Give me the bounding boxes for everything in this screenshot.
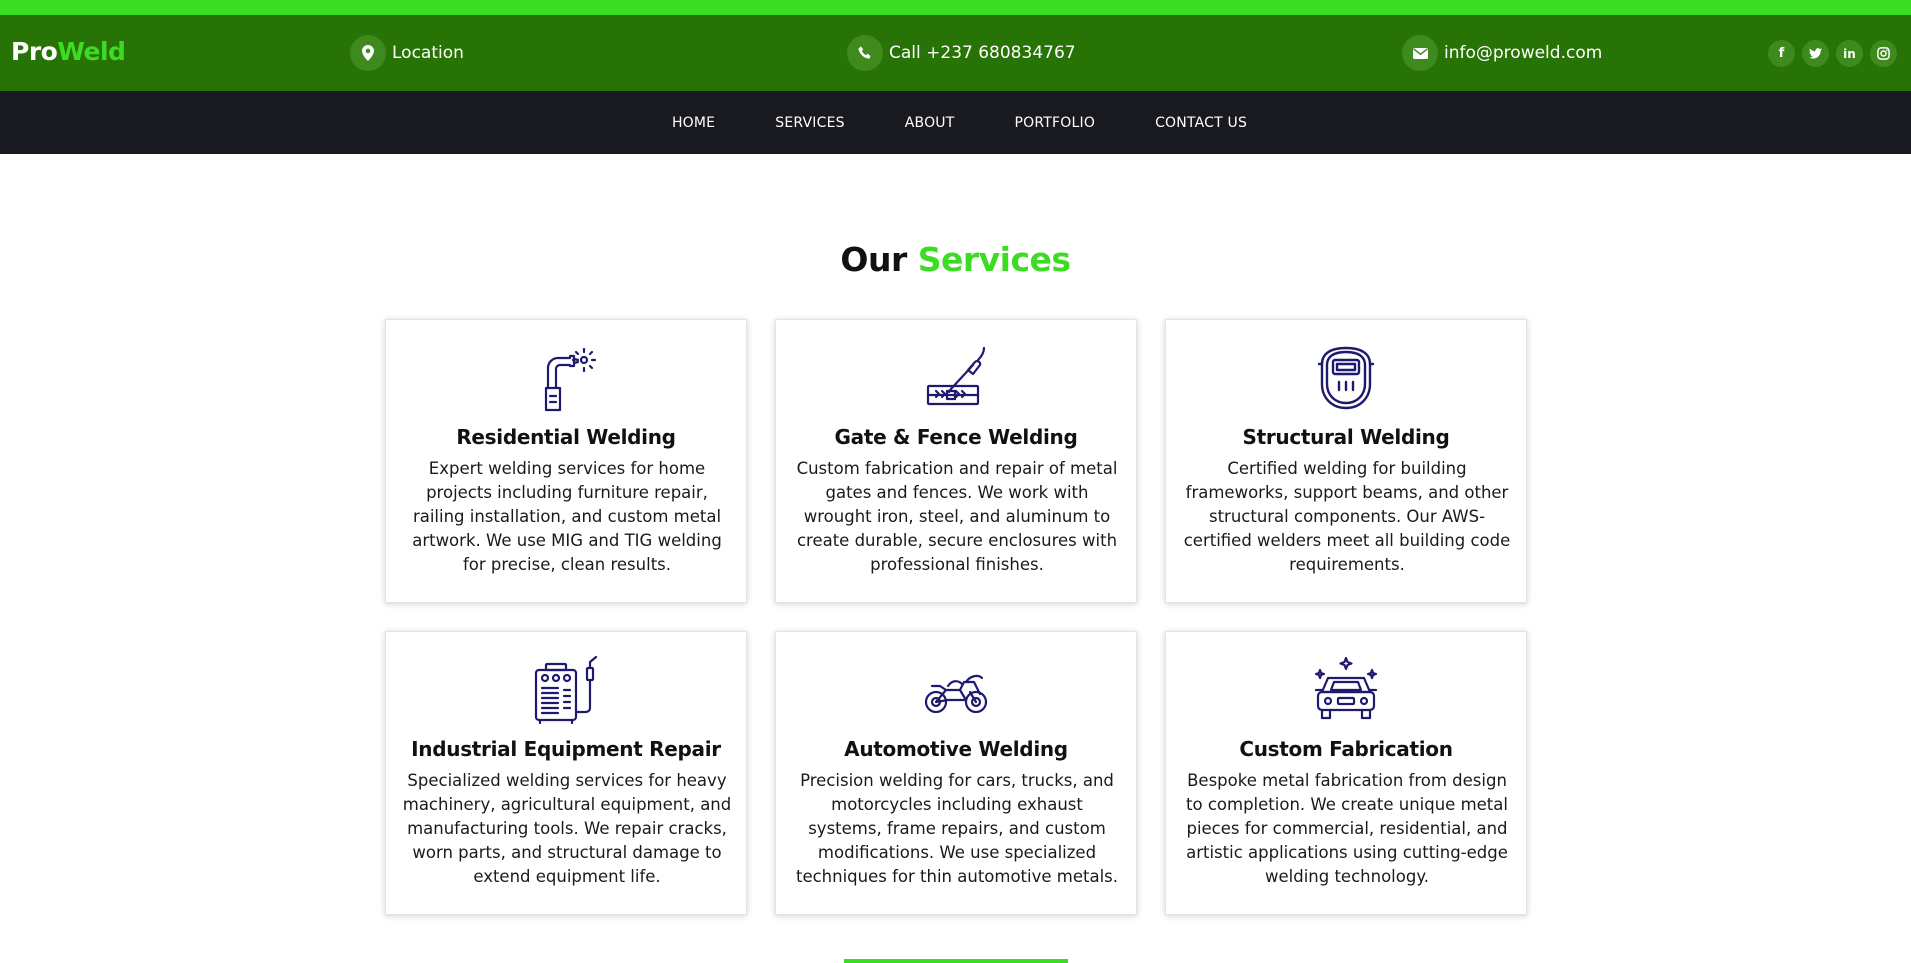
email-text: info@proweld.com xyxy=(1444,43,1603,63)
nav-menu: HOME SERVICES ABOUT PORTFOLIO CONTACT US xyxy=(0,91,1911,154)
service-card-description: Certified welding for building framework… xyxy=(1183,459,1511,574)
service-card-description: Precision welding for cars, trucks, and … xyxy=(795,771,1118,886)
service-card-description: Custom fabrication and repair of metal g… xyxy=(796,459,1118,574)
brand-logo[interactable]: ProWeld xyxy=(11,37,126,66)
service-card-residential-welding[interactable]: Residential Welding Expert welding servi… xyxy=(385,319,747,603)
service-card-gate-fence-welding[interactable]: Gate & Fence Welding Custom fabrication … xyxy=(775,319,1137,603)
service-card-description: Specialized welding services for heavy m… xyxy=(402,771,732,886)
social-links: f in xyxy=(1768,40,1897,67)
twitter-icon[interactable] xyxy=(1802,40,1829,67)
phone-icon xyxy=(847,35,883,71)
car-sparkle-icon xyxy=(1166,656,1526,724)
linkedin-icon[interactable]: in xyxy=(1836,40,1863,67)
service-card-title: Automotive Welding xyxy=(844,737,1068,761)
service-card-description: Expert welding services for home project… xyxy=(412,459,722,574)
service-card-industrial-equipment-repair[interactable]: Industrial Equipment Repair Specialized … xyxy=(385,631,747,915)
welding-machine-icon xyxy=(386,656,746,724)
service-card-title: Gate & Fence Welding xyxy=(834,425,1078,449)
instagram-icon[interactable] xyxy=(1870,40,1897,67)
welding-torch-icon xyxy=(386,344,746,412)
phone-info[interactable]: Call +237 680834767 xyxy=(847,35,1076,71)
brand-logo-part1: Pro xyxy=(11,37,58,66)
section-title-part1: Our xyxy=(840,240,907,279)
brand-logo-part2: Weld xyxy=(57,37,126,66)
service-card-title: Custom Fabrication xyxy=(1239,737,1453,761)
location-info[interactable]: Location xyxy=(350,35,464,71)
top-accent-strip xyxy=(0,0,1911,15)
welding-plate-icon xyxy=(776,344,1136,412)
section-accent-bar xyxy=(844,959,1068,963)
service-card-title: Structural Welding xyxy=(1242,425,1450,449)
phone-text: Call +237 680834767 xyxy=(889,43,1076,63)
nav-home[interactable]: HOME xyxy=(672,115,715,131)
map-marker-icon xyxy=(350,35,386,71)
service-card-automotive-welding[interactable]: Automotive Welding Precision welding for… xyxy=(775,631,1137,915)
nav-portfolio[interactable]: PORTFOLIO xyxy=(1015,115,1096,131)
service-card-custom-fabrication[interactable]: Custom Fabrication Bespoke metal fabrica… xyxy=(1165,631,1527,915)
nav-services[interactable]: SERVICES xyxy=(775,115,845,131)
nav-about[interactable]: ABOUT xyxy=(905,115,955,131)
service-card-title: Industrial Equipment Repair xyxy=(411,737,721,761)
main-navbar: HOME SERVICES ABOUT PORTFOLIO CONTACT US xyxy=(0,91,1911,154)
email-info[interactable]: info@proweld.com xyxy=(1402,35,1602,71)
service-card-description: Bespoke metal fabrication from design to… xyxy=(1186,771,1508,886)
section-title-part2: Services xyxy=(917,240,1071,279)
service-card-title: Residential Welding xyxy=(456,425,676,449)
location-text: Location xyxy=(392,43,464,63)
facebook-icon[interactable]: f xyxy=(1768,40,1795,67)
service-card-structural-welding[interactable]: Structural Welding Certified welding for… xyxy=(1165,319,1527,603)
nav-contact-us[interactable]: CONTACT US xyxy=(1155,115,1247,131)
top-contact-bar: ProWeld Location Call +237 680834767 inf… xyxy=(0,15,1911,91)
welding-mask-icon xyxy=(1166,344,1526,412)
envelope-icon xyxy=(1402,35,1438,71)
motorcycle-icon xyxy=(776,656,1136,724)
section-title: Our Services xyxy=(0,240,1911,279)
